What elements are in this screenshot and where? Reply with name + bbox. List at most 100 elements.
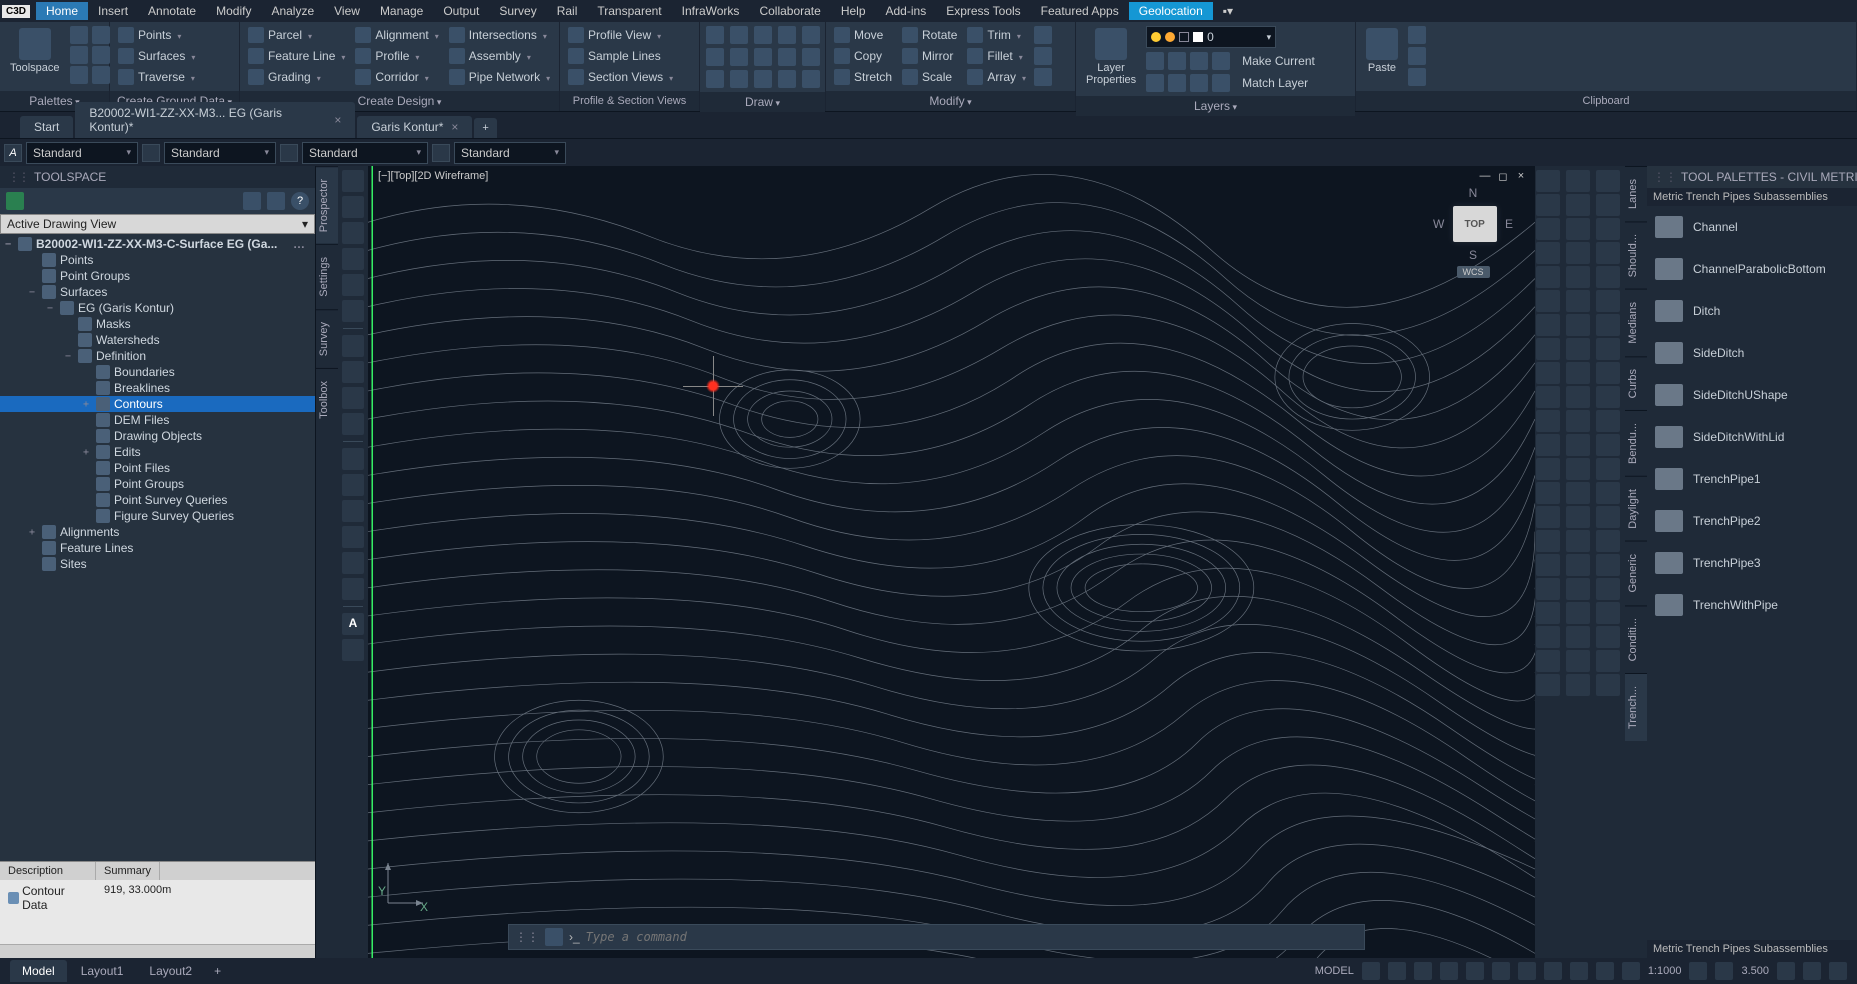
draw-icon-11[interactable] <box>706 70 724 88</box>
right-tool-55[interactable] <box>1566 602 1590 624</box>
status-ortho-icon[interactable] <box>1414 962 1432 980</box>
view-selector[interactable]: Active Drawing View▾ <box>0 214 315 234</box>
right-tool-9[interactable] <box>1536 242 1560 264</box>
viewcube-top[interactable]: TOP <box>1453 206 1497 242</box>
status-osnap-icon[interactable] <box>1466 962 1484 980</box>
tree-node-surfaces[interactable]: −Surfaces <box>0 284 315 300</box>
palette-item-trenchpipe2[interactable]: TrenchPipe2 <box>1647 500 1857 542</box>
layout-tab-1[interactable]: Layout1 <box>69 960 136 982</box>
match-layer-button[interactable]: Match Layer <box>1240 74 1310 92</box>
tree-node-alignments[interactable]: +Alignments <box>0 524 315 540</box>
layout-tab-2[interactable]: Layout2 <box>137 960 204 982</box>
summary-col-desc[interactable]: Description <box>0 862 96 880</box>
pst-lanes[interactable]: Lanes <box>1625 166 1647 221</box>
right-tool-35[interactable] <box>1596 434 1620 456</box>
annotation-icon-1[interactable]: A <box>4 144 22 162</box>
points-button[interactable]: Points <box>116 26 197 44</box>
draw-icon-14[interactable] <box>778 70 796 88</box>
pst-generic[interactable]: Generic <box>1625 541 1647 605</box>
profileview-button[interactable]: Profile View <box>566 26 675 44</box>
draw-icon-9[interactable] <box>778 48 796 66</box>
compass-s[interactable]: S <box>1433 248 1513 262</box>
status-polar-icon[interactable] <box>1440 962 1458 980</box>
status-transp-icon[interactable] <box>1570 962 1588 980</box>
right-tool-41[interactable] <box>1596 482 1620 504</box>
close-icon[interactable]: × <box>334 113 341 127</box>
status-vis-icon[interactable] <box>1715 962 1733 980</box>
palette-item-channel[interactable]: Channel <box>1647 206 1857 248</box>
status-otrack-icon[interactable] <box>1518 962 1536 980</box>
lt-gradient-icon[interactable] <box>342 500 364 522</box>
right-tool-62[interactable] <box>1596 650 1620 672</box>
doc-tab-2[interactable]: Garis Kontur*× <box>357 116 472 138</box>
toolspace-button[interactable]: Toolspace <box>6 26 64 76</box>
samplelines-button[interactable]: Sample Lines <box>566 47 675 65</box>
array-button[interactable]: Array <box>965 68 1028 86</box>
right-tool-16[interactable] <box>1566 290 1590 312</box>
tree-node-feature-lines[interactable]: Feature Lines <box>0 540 315 556</box>
menu-focus-icon[interactable]: ▪▾ <box>1213 2 1243 20</box>
line-icon[interactable] <box>706 26 724 44</box>
status-custom-icon[interactable] <box>1829 962 1847 980</box>
palette-icon-6[interactable] <box>92 66 110 84</box>
palette-item-trenchwithpipe[interactable]: TrenchWithPipe <box>1647 584 1857 626</box>
right-tool-54[interactable] <box>1536 602 1560 624</box>
layer-tool-5[interactable] <box>1146 74 1164 92</box>
draw-icon-15[interactable] <box>802 70 820 88</box>
right-tool-17[interactable] <box>1596 290 1620 312</box>
viewport-label[interactable]: [−][Top][2D Wireframe] <box>378 170 488 182</box>
layer-properties-button[interactable]: Layer Properties <box>1082 26 1140 88</box>
right-tool-19[interactable] <box>1566 314 1590 336</box>
right-tool-8[interactable] <box>1596 218 1620 240</box>
layer-tool-6[interactable] <box>1168 74 1186 92</box>
right-tool-38[interactable] <box>1596 458 1620 480</box>
featureline-button[interactable]: Feature Line <box>246 47 347 65</box>
right-tool-12[interactable] <box>1536 266 1560 288</box>
compass-n[interactable]: N <box>1433 186 1513 200</box>
menu-analyze[interactable]: Analyze <box>261 2 324 20</box>
palette-item-trenchpipe3[interactable]: TrenchPipe3 <box>1647 542 1857 584</box>
menu-express-tools[interactable]: Express Tools <box>936 2 1030 20</box>
tree-node-watersheds[interactable]: Watersheds <box>0 332 315 348</box>
tree-node-point-groups[interactable]: Point Groups <box>0 268 315 284</box>
circle-icon[interactable] <box>754 26 772 44</box>
cut-icon[interactable] <box>1408 26 1426 44</box>
layer-tool-1[interactable] <box>1146 52 1164 70</box>
sidetab-toolbox[interactable]: Toolbox <box>316 368 338 431</box>
menu-home[interactable]: Home <box>36 2 88 20</box>
menu-manage[interactable]: Manage <box>370 2 433 20</box>
maximize-icon[interactable]: ◻ <box>1495 170 1511 184</box>
palette-icon-5[interactable] <box>70 66 88 84</box>
status-decimal[interactable]: 3.500 <box>1741 965 1769 977</box>
status-gear-icon[interactable] <box>1689 962 1707 980</box>
palette-icon-3[interactable] <box>70 46 88 64</box>
modify-extra-2[interactable] <box>1034 47 1052 65</box>
right-tool-64[interactable] <box>1566 674 1590 696</box>
palette-item-trenchpipe1[interactable]: TrenchPipe1 <box>1647 458 1857 500</box>
right-tool-3[interactable] <box>1536 194 1560 216</box>
pst-trench[interactable]: Trench... <box>1625 673 1647 741</box>
draw-icon-8[interactable] <box>754 48 772 66</box>
right-tool-21[interactable] <box>1536 338 1560 360</box>
palette-item-channelparabolicbottom[interactable]: ChannelParabolicBottom <box>1647 248 1857 290</box>
right-tool-26[interactable] <box>1596 362 1620 384</box>
right-tool-11[interactable] <box>1596 242 1620 264</box>
palette-icon-1[interactable] <box>70 26 88 44</box>
help-icon[interactable]: ? <box>291 192 309 210</box>
close-icon[interactable]: × <box>451 120 458 134</box>
status-grid-icon[interactable] <box>1362 962 1380 980</box>
parcel-button[interactable]: Parcel <box>246 26 347 44</box>
lt-3d-icon[interactable] <box>342 578 364 600</box>
right-tool-10[interactable] <box>1566 242 1590 264</box>
modify-extra-1[interactable] <box>1034 26 1052 44</box>
trim-button[interactable]: Trim <box>965 26 1028 44</box>
assembly-button[interactable]: Assembly <box>447 47 552 65</box>
right-tool-1[interactable] <box>1566 170 1590 192</box>
pst-should[interactable]: Should... <box>1625 221 1647 289</box>
menu-survey[interactable]: Survey <box>489 2 546 20</box>
draw-icon-10[interactable] <box>802 48 820 66</box>
compass-w[interactable]: W <box>1433 217 1444 231</box>
tree-node-point-groups[interactable]: Point Groups <box>0 476 315 492</box>
minimize-icon[interactable]: — <box>1477 170 1493 184</box>
dim-style-icon[interactable] <box>142 144 160 162</box>
